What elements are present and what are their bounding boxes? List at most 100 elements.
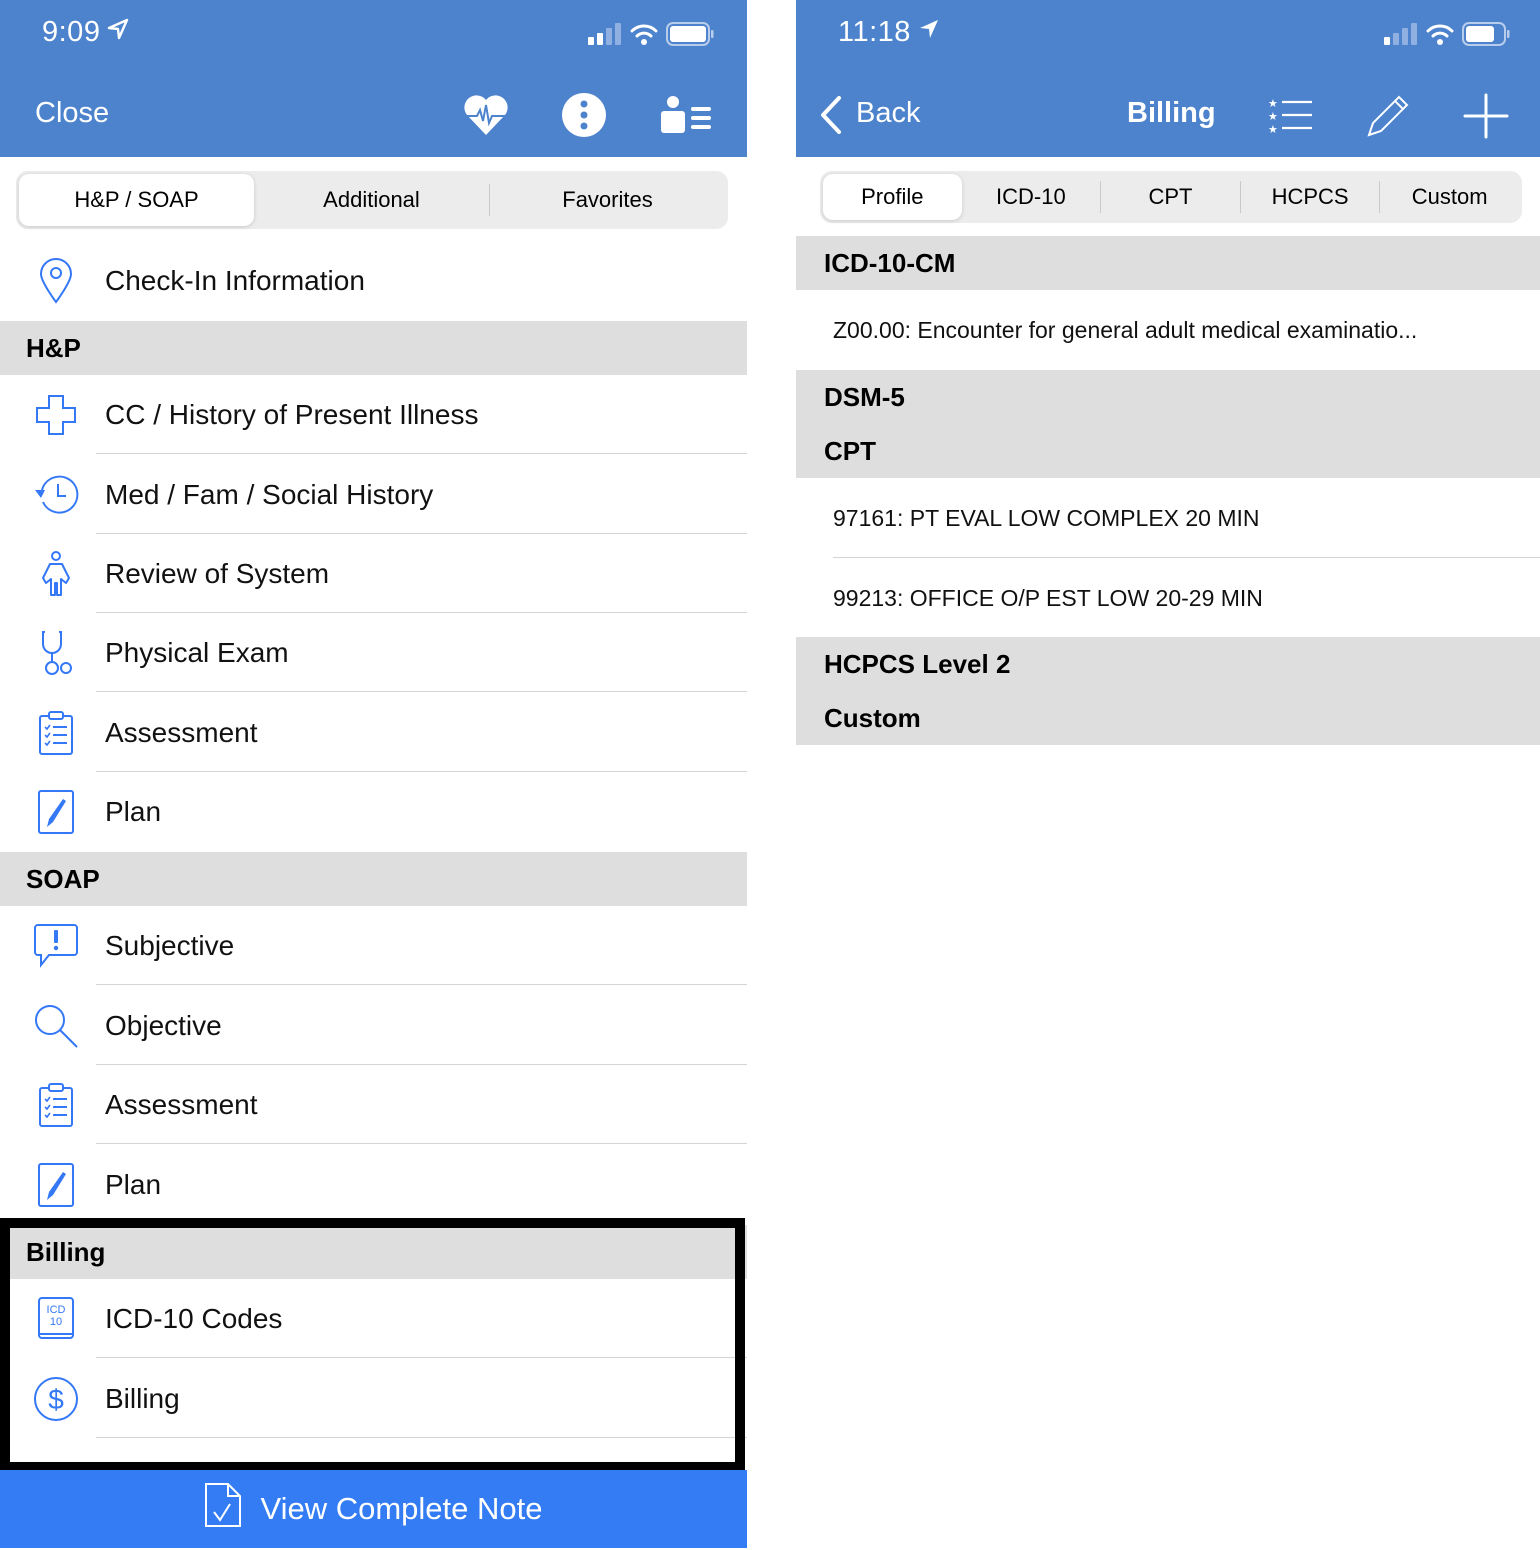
tab-hp-soap[interactable]: H&P / SOAP (19, 174, 254, 226)
billing-tabs: Profile ICD-10 CPT HCPCS Custom (820, 171, 1522, 223)
divider (96, 1437, 747, 1438)
speech-bubble-exclamation-icon (32, 922, 80, 970)
magnifier-icon (32, 1002, 80, 1050)
navigation-bar: 9:09 Close (0, 0, 747, 157)
tab-cpt[interactable]: CPT (1101, 174, 1240, 220)
pen-document-icon (32, 1161, 80, 1209)
status-bar-indicators (588, 22, 714, 51)
section-header-dsm5: DSM-5 (796, 370, 1540, 424)
svg-text:10: 10 (50, 1316, 62, 1328)
medical-cross-icon (32, 391, 80, 439)
list-item-label: CC / History of Present Illness (105, 398, 479, 430)
section-header-icd10-cm: ICD-10-CM (796, 236, 1540, 290)
location-arrow-icon (106, 16, 130, 49)
list-item-label: Assessment (105, 1088, 258, 1120)
list-item-billing[interactable]: $ Billing (0, 1359, 747, 1438)
status-bar-indicators (1384, 22, 1510, 51)
code-row-97161[interactable]: 97161: PT EVAL LOW COMPLEX 20 MIN (796, 478, 1540, 558)
section-header-custom: Custom (796, 691, 1540, 745)
divider (96, 453, 747, 454)
status-bar-time: 9:09 (42, 16, 130, 49)
battery-icon (1462, 22, 1510, 51)
plus-icon[interactable] (1462, 92, 1510, 140)
battery-icon (666, 22, 714, 51)
svg-text:ICD: ICD (47, 1304, 66, 1316)
svg-text:$: $ (48, 1384, 64, 1415)
list-item-icd10-codes[interactable]: ICD 10 ICD-10 Codes (0, 1279, 747, 1358)
code-row-label: 97161: PT EVAL LOW COMPLEX 20 MIN (833, 504, 1260, 531)
list-item-label: Subjective (105, 929, 235, 961)
tab-custom[interactable]: Custom (1380, 174, 1519, 220)
divider (96, 1143, 747, 1144)
code-row-label: 99213: OFFICE O/P EST LOW 20-29 MIN (833, 584, 1263, 611)
status-bar-time: 11:18 (838, 16, 941, 49)
divider (96, 691, 747, 692)
left-screen-note-editor: 9:09 Close H&P / SOAP Additional Favorit… (0, 0, 747, 1550)
tab-icd10[interactable]: ICD-10 (962, 174, 1101, 220)
list-item-plan-hp[interactable]: Plan (0, 772, 747, 851)
list-item-label: Plan (105, 795, 162, 827)
history-clock-icon (32, 471, 80, 519)
list-item-physical-exam[interactable]: Physical Exam (0, 613, 747, 692)
list-item-label: Billing (105, 1382, 180, 1414)
list-item-assessment-hp[interactable]: Assessment (0, 693, 747, 772)
list-item-label: ICD-10 Codes (105, 1302, 283, 1334)
code-row-z00-00[interactable]: Z00.00: Encounter for general adult medi… (796, 290, 1540, 370)
svg-text:★: ★ (1268, 110, 1278, 123)
heart-pulse-icon[interactable] (463, 92, 509, 138)
list-item-plan-soap[interactable]: Plan (0, 1145, 747, 1224)
list-item-med-fam-social-history[interactable]: Med / Fam / Social History (0, 455, 747, 534)
view-complete-note-button[interactable]: View Complete Note (0, 1470, 747, 1548)
section-header-hp: H&P (0, 321, 747, 375)
list-item-label: Check-In Information (105, 264, 365, 296)
back-chevron-icon[interactable] (818, 92, 844, 138)
pen-document-icon (32, 788, 80, 836)
navigation-bar: 11:18 Back Billing ★ ★ ★ (796, 0, 1540, 157)
page-title: Billing (1127, 97, 1216, 129)
more-options-icon[interactable] (561, 92, 607, 138)
list-item-label: Med / Fam / Social History (105, 478, 434, 510)
signal-icon (1384, 23, 1418, 50)
wifi-icon (1426, 23, 1454, 50)
list-item-review-of-system[interactable]: Review of System (0, 534, 747, 613)
stethoscope-icon (32, 629, 80, 677)
list-item-subjective[interactable]: Subjective (0, 906, 747, 985)
signal-icon (588, 23, 622, 50)
code-row-99213[interactable]: 99213: OFFICE O/P EST LOW 20-29 MIN (796, 558, 1540, 638)
person-icon (32, 550, 80, 598)
clipboard-checklist-icon (32, 1081, 80, 1129)
divider (96, 984, 747, 985)
list-item-cc-history[interactable]: CC / History of Present Illness (0, 375, 747, 454)
list-item-objective[interactable]: Objective (0, 986, 747, 1065)
section-tabs: H&P / SOAP Additional Favorites (16, 171, 728, 229)
svg-text:★: ★ (1268, 97, 1278, 110)
starred-list-icon[interactable]: ★ ★ ★ (1268, 92, 1314, 138)
section-header-billing: Billing (0, 1225, 747, 1279)
tab-profile[interactable]: Profile (823, 174, 962, 220)
list-item-assessment-soap[interactable]: Assessment (0, 1065, 747, 1144)
list-item-label: Plan (105, 1168, 162, 1200)
section-header-soap: SOAP (0, 852, 747, 906)
document-check-icon (204, 1482, 242, 1536)
wifi-icon (630, 23, 658, 50)
patient-list-icon[interactable] (658, 92, 714, 138)
right-screen-billing: 11:18 Back Billing ★ ★ ★ Profile ICD-10 … (796, 0, 1540, 1550)
view-complete-note-label: View Complete Note (260, 1491, 543, 1526)
divider (96, 1357, 747, 1358)
back-button[interactable]: Back (856, 97, 920, 130)
section-header-hcpcs-level-2: HCPCS Level 2 (796, 637, 1540, 691)
tab-favorites[interactable]: Favorites (490, 174, 725, 226)
section-header-cpt: CPT (796, 424, 1540, 478)
location-arrow-icon (917, 16, 941, 49)
list-item-label: Objective (105, 1009, 222, 1041)
list-item-label: Assessment (105, 716, 258, 748)
location-pin-icon (32, 257, 80, 305)
pencil-icon[interactable] (1364, 92, 1412, 140)
dollar-circle-icon: $ (32, 1375, 80, 1423)
tab-additional[interactable]: Additional (254, 174, 489, 226)
list-item-label: Review of System (105, 557, 330, 589)
list-item-check-in-information[interactable]: Check-In Information (0, 241, 747, 320)
list-item-label: Physical Exam (105, 636, 289, 668)
tab-hcpcs[interactable]: HCPCS (1241, 174, 1380, 220)
close-button[interactable]: Close (35, 97, 109, 130)
